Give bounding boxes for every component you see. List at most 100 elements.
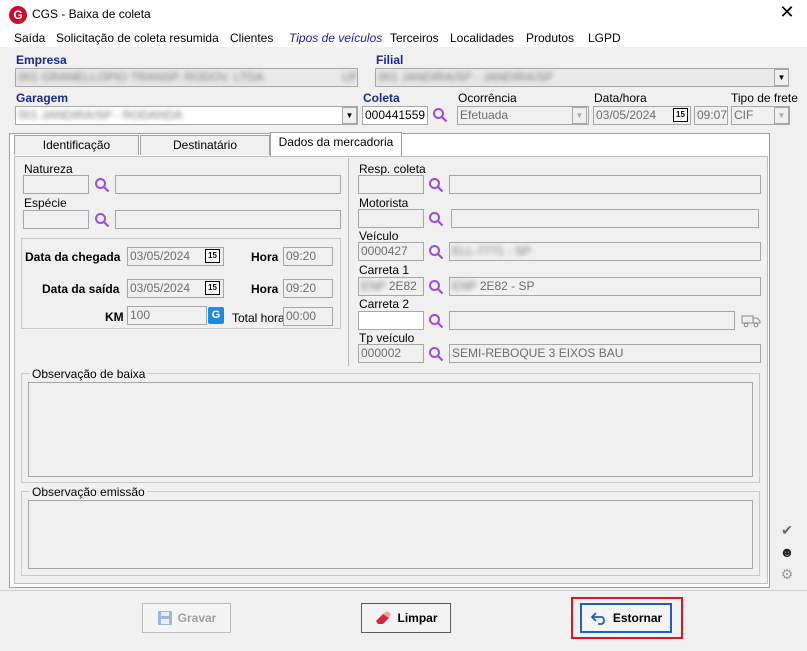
tpveiculo-code-field[interactable]: 000002	[358, 344, 424, 363]
estornar-button[interactable]: Estornar	[580, 603, 672, 633]
obs-baixa-label: Observação de baixa	[30, 367, 148, 381]
empresa-value: 001 GRANELLOPIO TRANSP. RODOV. LTDA	[18, 70, 264, 84]
chegada-hora-field[interactable]: 09:20	[283, 247, 333, 266]
gravar-button[interactable]: Gravar	[142, 603, 231, 633]
user-history-icon[interactable]: ⚙	[778, 566, 796, 584]
truck-icon[interactable]	[741, 312, 761, 328]
filial-dropdown-icon[interactable]: ▼	[774, 69, 789, 86]
especie-desc-field[interactable]	[115, 210, 341, 229]
tab-identificacao[interactable]: Identificação	[14, 135, 139, 155]
menu-localidades[interactable]: Localidades	[450, 31, 514, 45]
window-title: CGS - Baixa de coleta	[32, 7, 151, 21]
title-bar: G CGS - Baixa de coleta ✕	[0, 0, 807, 29]
coleta-label: Coleta	[363, 91, 400, 105]
menu-saida[interactable]: Saída	[14, 31, 45, 45]
garagem-field[interactable]: 001 JANDIRA/SP - RODANDA	[15, 106, 358, 125]
saida-label: Data da saída	[42, 282, 120, 296]
tpveiculo-label: Tp veículo	[359, 331, 415, 345]
especie-search-icon[interactable]	[94, 212, 110, 228]
motorista-desc-field[interactable]	[451, 209, 759, 228]
resp-coleta-desc-field[interactable]	[449, 175, 761, 194]
limpar-label: Limpar	[397, 611, 438, 625]
menu-produtos[interactable]: Produtos	[526, 31, 574, 45]
veiculo-desc-field[interactable]: ELL-7771 - SP	[449, 242, 761, 261]
obs-baixa-textarea[interactable]	[28, 382, 753, 477]
floppy-icon	[157, 611, 172, 625]
natureza-code-field[interactable]	[23, 175, 89, 194]
menu-terceiros[interactable]: Terceiros	[390, 31, 439, 45]
check-icon[interactable]: ✔	[778, 522, 796, 540]
especie-code-field[interactable]	[23, 210, 89, 229]
gravar-label: Gravar	[177, 611, 217, 625]
natureza-search-icon[interactable]	[94, 177, 110, 193]
ocorrencia-field[interactable]: Efetuada	[457, 106, 589, 125]
frete-dropdown-icon[interactable]: ▼	[774, 107, 789, 124]
km-label: KM	[105, 310, 124, 324]
km-field[interactable]: 100	[127, 306, 207, 325]
carreta1-code-value: 2E82	[388, 279, 417, 293]
veiculo-code-field[interactable]: 0000427	[358, 242, 424, 261]
filial-label: Filial	[376, 53, 404, 67]
menu-clientes[interactable]: Clientes	[230, 31, 273, 45]
app-logo-icon: G	[9, 6, 27, 24]
coleta-field[interactable]: 000441559	[362, 106, 428, 125]
veiculo-search-icon[interactable]	[428, 244, 444, 260]
user-edit-icon[interactable]: ☻	[778, 544, 796, 562]
natureza-desc-field[interactable]	[115, 175, 341, 194]
total-hora-label: Total hora	[232, 311, 285, 325]
carreta1-desc-field[interactable]: ENP 2E82 - SP	[449, 277, 761, 296]
eraser-icon	[376, 611, 392, 624]
carreta2-label: Carreta 2	[359, 297, 410, 311]
motorista-code-field[interactable]	[358, 209, 424, 228]
menu-lgpd[interactable]: LGPD	[588, 31, 621, 45]
carreta1-label: Carreta 1	[359, 263, 410, 277]
menu-tipos-veiculos[interactable]: Tipos de veículos	[289, 31, 382, 45]
tpveiculo-search-icon[interactable]	[428, 346, 444, 362]
empresa-label: Empresa	[16, 53, 67, 67]
frete-label: Tipo de frete	[731, 91, 798, 105]
motorista-search-icon[interactable]	[428, 211, 444, 227]
carreta2-code-field[interactable]	[358, 311, 424, 330]
obs-emissao-label: Observação emissão	[30, 485, 147, 499]
carreta2-desc-field[interactable]	[449, 311, 735, 330]
resp-coleta-code-field[interactable]	[358, 175, 424, 194]
carreta2-search-icon[interactable]	[428, 313, 444, 329]
carreta1-desc-value: 2E82 - SP	[479, 279, 535, 293]
datahora-label: Data/hora	[594, 91, 647, 105]
garagem-value: 001 JANDIRA/SP - RODANDA	[18, 108, 183, 122]
km-calc-icon[interactable]: G	[208, 307, 224, 324]
menu-solicitacao[interactable]: Solicitação de coleta resumida	[56, 31, 219, 45]
undo-arrow-icon	[590, 612, 605, 625]
garagem-dropdown-icon[interactable]: ▼	[342, 107, 357, 124]
estornar-label: Estornar	[612, 611, 663, 625]
chegada-calendar-icon[interactable]: 15	[205, 249, 220, 263]
total-hora-field[interactable]: 00:00	[283, 307, 333, 326]
datahora-calendar-icon[interactable]: 15	[673, 108, 688, 122]
carreta1-code-field[interactable]: ENP 2E82	[358, 277, 424, 296]
empresa-suffix: UF 14	[342, 70, 358, 84]
carreta1-search-icon[interactable]	[428, 279, 444, 295]
tpveiculo-desc-field[interactable]: SEMI-REBOQUE 3 EIXOS BAU	[449, 344, 761, 363]
veiculo-label: Veículo	[359, 229, 399, 243]
resp-coleta-label: Resp. coleta	[359, 162, 426, 176]
saida-hora-field[interactable]: 09:20	[283, 279, 333, 298]
carreta1-code-blur: ENP	[361, 279, 386, 293]
filial-field[interactable]: 001 JANDIRA/SP - JANDIRA/SP	[375, 68, 789, 87]
tab-destinatario[interactable]: Destinatário	[140, 135, 270, 155]
filial-value: 001 JANDIRA/SP - JANDIRA/SP	[378, 70, 554, 84]
tab-dados-mercadoria[interactable]: Dados da mercadoria	[270, 132, 402, 156]
close-icon[interactable]: ✕	[776, 2, 798, 23]
veiculo-desc-value: ELL-7771 - SP	[452, 244, 531, 258]
especie-label: Espécie	[24, 196, 67, 210]
limpar-button[interactable]: Limpar	[361, 603, 451, 633]
chegada-hora-label: Hora	[251, 250, 279, 264]
saida-calendar-icon[interactable]: 15	[205, 281, 220, 295]
datahora-time-field[interactable]: 09:07	[694, 106, 728, 125]
coleta-search-icon[interactable]	[432, 107, 448, 123]
ocorrencia-dropdown-icon[interactable]: ▼	[572, 107, 587, 124]
motorista-label: Motorista	[359, 196, 409, 210]
resp-coleta-search-icon[interactable]	[428, 177, 444, 193]
empresa-field[interactable]: 001 GRANELLOPIO TRANSP. RODOV. LTDA UF 1…	[15, 68, 358, 87]
carreta1-desc-blur: ENP	[452, 279, 477, 293]
obs-emissao-textarea[interactable]	[28, 500, 753, 569]
